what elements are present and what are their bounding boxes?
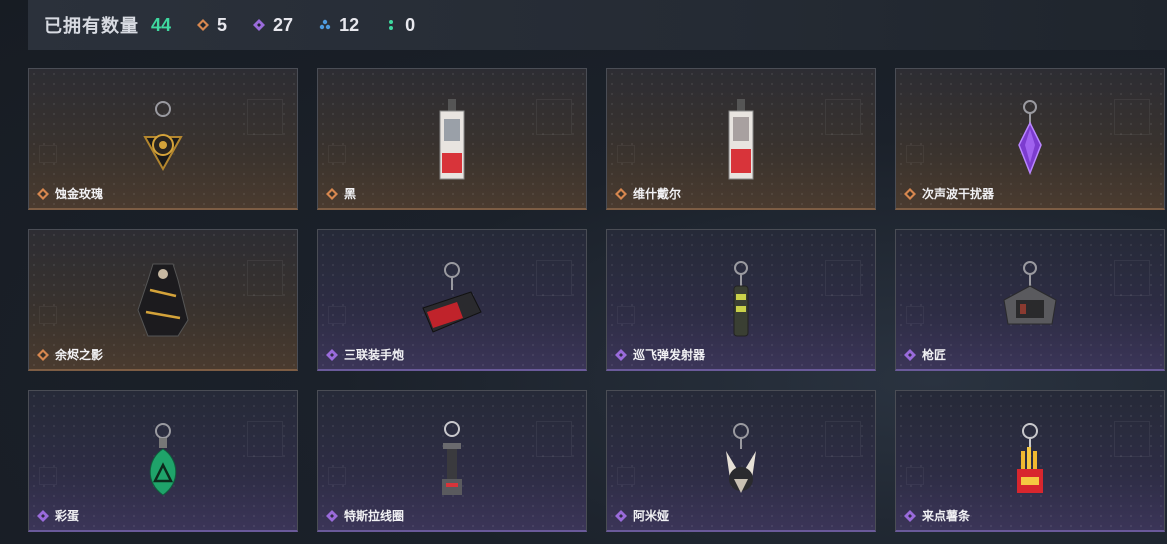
card-decoration xyxy=(328,145,346,163)
item-card[interactable]: 次声波干扰器 xyxy=(895,68,1165,210)
purple-rarity-icon xyxy=(326,349,338,361)
owned-label: 已拥有数量 xyxy=(44,16,139,36)
card-decoration xyxy=(328,306,346,324)
purple-rarity-icon xyxy=(615,510,627,522)
item-card[interactable]: 特斯拉线圈 xyxy=(317,390,587,532)
orange-rarity-icon xyxy=(37,349,49,361)
purple-rarity-count: 27 xyxy=(253,15,293,36)
item-name: 特斯拉线圈 xyxy=(344,509,405,523)
orange-count-value: 5 xyxy=(217,14,228,35)
card-decoration xyxy=(825,421,861,457)
green-gem-icon xyxy=(389,20,394,30)
item-card[interactable]: 余烬之影 xyxy=(28,229,298,371)
card-decoration xyxy=(247,260,283,296)
card-decoration xyxy=(906,467,924,485)
item-card[interactable]: 来点薯条 xyxy=(895,390,1165,532)
item-grid: 蚀金玫瑰 黑 维什戴尔 次声波干扰器 余烬之影 三联装手炮 巡飞弹发射器 枪匠 … xyxy=(28,68,1165,532)
card-decoration xyxy=(536,260,572,296)
card-decoration xyxy=(617,467,635,485)
orange-rarity-icon xyxy=(615,188,627,200)
item-card[interactable]: 枪匠 xyxy=(895,229,1165,371)
hand-cannon-charm-icon xyxy=(422,262,482,333)
dark-figure-charm-icon xyxy=(137,263,189,337)
purple-rarity-icon xyxy=(326,510,338,522)
purple-rarity-icon xyxy=(904,510,916,522)
card-decoration xyxy=(1114,260,1150,296)
item-card[interactable]: 巡飞弹发射器 xyxy=(606,229,876,371)
orange-rarity-icon xyxy=(326,188,338,200)
blue-gem-icon xyxy=(319,19,331,30)
item-name: 巡飞弹发射器 xyxy=(633,348,706,362)
card-decoration xyxy=(825,260,861,296)
item-name: 彩蛋 xyxy=(55,509,80,523)
orange-rarity-icon xyxy=(904,188,916,200)
card-decoration xyxy=(825,99,861,135)
crystal-charm-icon xyxy=(1018,100,1042,176)
orange-rarity-count: 5 xyxy=(197,15,227,36)
card-decoration xyxy=(39,467,57,485)
item-name: 三联装手炮 xyxy=(344,348,405,362)
card-decoration xyxy=(617,145,635,163)
item-name: 枪匠 xyxy=(922,348,947,362)
bunny-charm-icon xyxy=(726,423,756,493)
rose-charm-icon xyxy=(143,101,183,172)
card-decoration xyxy=(1114,421,1150,457)
card-decoration xyxy=(617,306,635,324)
item-name: 余烬之影 xyxy=(55,348,104,362)
purple-rarity-icon xyxy=(904,349,916,361)
card-decoration xyxy=(536,421,572,457)
owned-count: 44 xyxy=(151,14,172,35)
purple-gem-icon xyxy=(253,19,266,31)
card-decoration xyxy=(906,306,924,324)
item-name: 来点薯条 xyxy=(922,509,971,523)
gunsmith-charm-icon xyxy=(1003,261,1057,325)
item-name: 阿米娅 xyxy=(633,509,670,523)
launcher-charm-icon xyxy=(733,261,749,337)
item-card[interactable]: 黑 xyxy=(317,68,587,210)
item-name: 蚀金玫瑰 xyxy=(55,187,104,201)
collection-header: 已拥有数量 44 5 27 12 0 xyxy=(28,0,1167,50)
card-decoration xyxy=(328,467,346,485)
fries-charm-icon xyxy=(1017,423,1043,493)
card-decoration xyxy=(1114,99,1150,135)
item-name: 次声波干扰器 xyxy=(922,187,995,201)
item-name: 维什戴尔 xyxy=(633,187,682,201)
blue-count-value: 12 xyxy=(339,14,360,35)
card-decoration xyxy=(247,99,283,135)
card-decoration xyxy=(39,145,57,163)
item-card[interactable]: 彩蛋 xyxy=(28,390,298,532)
purple-rarity-icon xyxy=(615,349,627,361)
tesla-coil-charm-icon xyxy=(442,421,462,495)
card-decoration xyxy=(906,145,924,163)
blue-rarity-count: 12 xyxy=(319,15,359,36)
item-card[interactable]: 维什戴尔 xyxy=(606,68,876,210)
orange-rarity-icon xyxy=(37,188,49,200)
orange-gem-icon xyxy=(197,19,210,31)
card-charm-icon xyxy=(728,99,754,180)
purple-count-value: 27 xyxy=(273,14,294,35)
item-card[interactable]: 三联装手炮 xyxy=(317,229,587,371)
item-card[interactable]: 阿米娅 xyxy=(606,390,876,532)
card-charm-icon xyxy=(439,99,465,180)
item-name: 黑 xyxy=(344,187,357,201)
item-card[interactable]: 蚀金玫瑰 xyxy=(28,68,298,210)
egg-charm-icon xyxy=(149,423,177,496)
card-decoration xyxy=(39,306,57,324)
green-count-value: 0 xyxy=(405,14,416,35)
card-decoration xyxy=(247,421,283,457)
green-rarity-count: 0 xyxy=(385,15,415,36)
card-decoration xyxy=(536,99,572,135)
purple-rarity-icon xyxy=(37,510,49,522)
